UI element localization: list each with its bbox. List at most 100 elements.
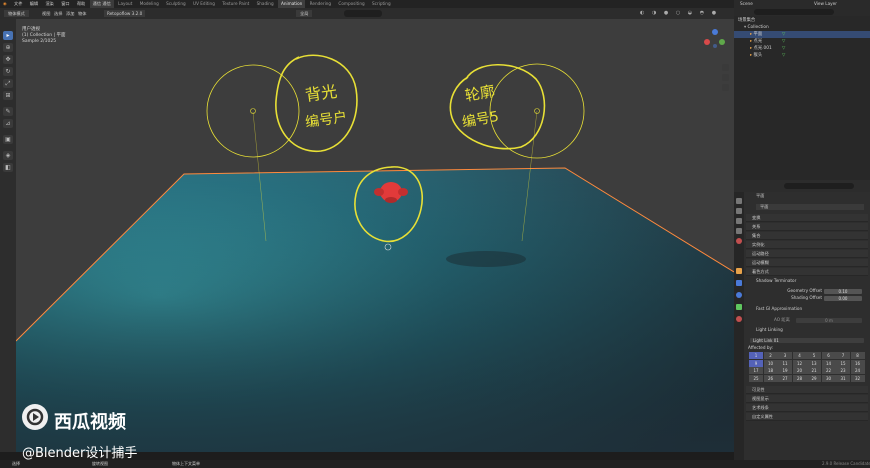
- outliner-search-icon[interactable]: [754, 9, 834, 15]
- outliner-item[interactable]: ▸ 平面 ▽: [734, 31, 870, 38]
- add-cube-tool-icon[interactable]: ▣: [3, 135, 13, 144]
- move-tool-icon[interactable]: ✥: [3, 55, 13, 64]
- section-custom-properties[interactable]: 自定义属性: [746, 413, 868, 421]
- light-link-cell[interactable]: 9: [749, 359, 763, 367]
- blender-logo-icon[interactable]: ◉: [0, 0, 10, 8]
- tab-object-icon[interactable]: [736, 268, 742, 274]
- light-link-cell[interactable]: 32: [850, 374, 865, 382]
- cursor-tool-icon[interactable]: ⊕: [3, 43, 13, 52]
- scene-selector[interactable]: Scene: [740, 1, 753, 7]
- light-link-cell[interactable]: 24: [850, 367, 865, 374]
- light-linking-header[interactable]: Light Linking: [756, 327, 783, 333]
- ao-distance-field[interactable]: 0 m: [796, 318, 862, 323]
- section-motion-paths[interactable]: 运动路径: [746, 250, 868, 258]
- light-link-cell[interactable]: 15: [836, 359, 850, 367]
- section-visibility[interactable]: 可见性: [746, 386, 868, 394]
- tab-output-icon[interactable]: [736, 218, 742, 224]
- transform-tool-icon[interactable]: ⊞: [3, 91, 13, 100]
- outliner-item[interactable]: ▸ 点光.001 ▽: [734, 45, 870, 52]
- object-name-field[interactable]: 平面: [756, 204, 864, 210]
- mode-dropdown[interactable]: 物体模式: [4, 10, 29, 17]
- light-link-cell[interactable]: 22: [821, 367, 836, 374]
- extra-tool-icon[interactable]: ◈: [3, 151, 13, 160]
- light-link-cell[interactable]: 12: [792, 359, 807, 367]
- tab-data-icon[interactable]: [736, 304, 742, 310]
- workspace-tab-modeling[interactable]: Modeling: [137, 0, 162, 8]
- add-menu[interactable]: 添加: [66, 8, 74, 19]
- select-menu[interactable]: 选择: [54, 8, 62, 19]
- tab-physics-icon[interactable]: [736, 292, 742, 298]
- light-link-cell[interactable]: 26: [763, 374, 778, 382]
- menu-render[interactable]: 渲染: [42, 0, 56, 8]
- light-link-cell[interactable]: 20: [792, 367, 807, 374]
- light-link-cell[interactable]: 21: [807, 367, 821, 374]
- light-link-cell[interactable]: 17: [749, 367, 763, 374]
- section-relations[interactable]: 关系: [746, 223, 868, 231]
- scale-tool-icon[interactable]: ⤢: [3, 79, 13, 88]
- active-menu[interactable]: 通信 通信: [89, 0, 114, 8]
- tab-render-icon[interactable]: [736, 208, 742, 214]
- workspace-tab-sculpting[interactable]: Sculpting: [163, 0, 189, 8]
- search-icon[interactable]: [344, 10, 382, 17]
- light-link-cell[interactable]: 23: [836, 367, 850, 374]
- outliner-item[interactable]: ▾ Collection: [734, 24, 870, 31]
- light-link-cell[interactable]: 3: [778, 352, 792, 359]
- light-link-cell[interactable]: 5: [807, 352, 821, 359]
- view-layer-selector[interactable]: View Layer: [814, 1, 837, 7]
- tab-tool-icon[interactable]: [736, 198, 742, 204]
- tab-modifier-icon[interactable]: [736, 280, 742, 286]
- menu-edit[interactable]: 编辑: [27, 0, 41, 8]
- section-viewport-display[interactable]: 视图显示: [746, 395, 868, 403]
- light-link-cell[interactable]: 16: [850, 359, 865, 367]
- section-transform[interactable]: 变换: [746, 214, 868, 222]
- menu-file[interactable]: 文件: [11, 0, 25, 8]
- outliner-item[interactable]: ▸ 点光 ▽: [734, 38, 870, 45]
- light-link-cell[interactable]: 1: [749, 352, 763, 359]
- annotate-tool-icon[interactable]: ✎: [3, 107, 13, 116]
- light-link-cell[interactable]: 28: [792, 374, 807, 382]
- viewport-shading-icons[interactable]: ◐ ◑ ● ○ ◒ ◓ ●: [640, 10, 730, 17]
- workspace-tab-scripting[interactable]: Scripting: [369, 0, 394, 8]
- light-link-cell[interactable]: 31: [836, 374, 850, 382]
- workspace-tab-uv-editing[interactable]: UV Editing: [190, 0, 218, 8]
- light-link-cell[interactable]: 2: [763, 352, 778, 359]
- object-menu[interactable]: 物体: [78, 8, 86, 19]
- workspace-tab-layout[interactable]: Layout: [115, 0, 135, 8]
- light-link-cell[interactable]: 11: [778, 359, 792, 367]
- light-link-cell[interactable]: 4: [792, 352, 807, 359]
- light-link-cell[interactable]: 14: [821, 359, 836, 367]
- light-link-cell[interactable]: 13: [807, 359, 821, 367]
- workspace-tab-texture-paint[interactable]: Texture Paint: [219, 0, 252, 8]
- shading-offset-field[interactable]: 0.00: [824, 296, 862, 301]
- workspace-tab-rendering[interactable]: Rendering: [307, 0, 334, 8]
- workspace-tab-shading[interactable]: Shading: [254, 0, 277, 8]
- menu-window[interactable]: 窗口: [58, 0, 72, 8]
- section-shading[interactable]: 着色方式: [746, 268, 868, 276]
- section-line-art[interactable]: 艺术线条: [746, 404, 868, 412]
- select-tool-icon[interactable]: ▸: [3, 31, 13, 40]
- outliner-scene-collection[interactable]: 场景集合: [734, 17, 870, 24]
- shadow-terminator-header[interactable]: Shadow Terminator: [756, 278, 796, 284]
- light-link-cell[interactable]: 30: [821, 374, 836, 382]
- rotate-tool-icon[interactable]: ↻: [3, 67, 13, 76]
- light-link-field[interactable]: Light Link 01: [750, 338, 864, 343]
- section-motion-blur[interactable]: 运动模糊: [746, 259, 868, 267]
- geometry-offset-field[interactable]: 0.10: [824, 289, 862, 294]
- light-link-cell[interactable]: 8: [850, 352, 865, 359]
- section-instancing[interactable]: 实例化: [746, 241, 868, 249]
- menu-help[interactable]: 帮助: [74, 0, 88, 8]
- light-link-cell[interactable]: 27: [778, 374, 792, 382]
- workspace-tab-compositing[interactable]: Compositing: [335, 0, 367, 8]
- outliner-item[interactable]: ▸ 猴头 ▽: [734, 52, 870, 59]
- tab-world-icon[interactable]: [736, 238, 742, 244]
- light-link-cell[interactable]: 6: [821, 352, 836, 359]
- view-menu[interactable]: 视图: [42, 8, 50, 19]
- light-link-cell[interactable]: 7: [836, 352, 850, 359]
- fast-gi-header[interactable]: Fast GI Approximation: [756, 306, 802, 312]
- section-collections[interactable]: 集合: [746, 232, 868, 240]
- extra-tool-2-icon[interactable]: ◧: [3, 163, 13, 172]
- light-link-cell[interactable]: 10: [763, 359, 778, 367]
- light-link-cell[interactable]: 19: [778, 367, 792, 374]
- retopoflow-button[interactable]: Retopoflow 3.2.0: [104, 10, 146, 17]
- light-link-cell[interactable]: 29: [807, 374, 821, 382]
